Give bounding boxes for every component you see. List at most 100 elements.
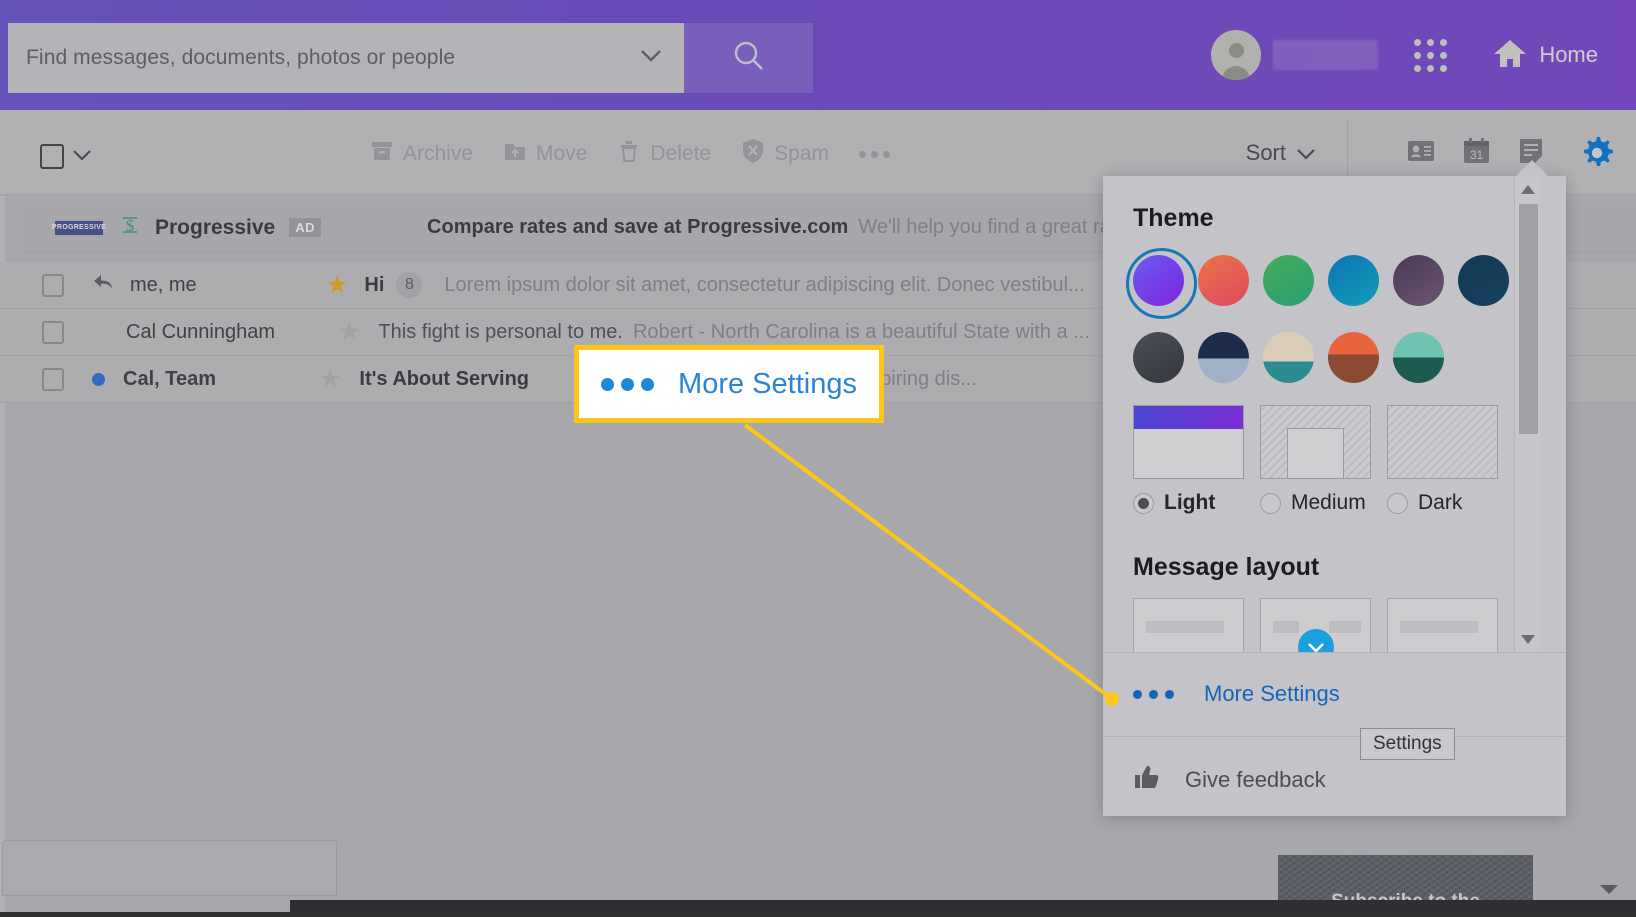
theme-swatch-desert[interactable]	[1328, 332, 1379, 383]
spam-shield-icon	[741, 138, 765, 170]
spam-button[interactable]: Spam	[741, 138, 829, 170]
ad-badge: AD	[289, 218, 322, 237]
star-icon[interactable]: ★	[338, 317, 360, 347]
caret-up-icon[interactable]	[1515, 176, 1540, 202]
advertiser-logo: PROGRESSIVE	[52, 220, 106, 235]
density-options: Light Medium Dark	[1133, 405, 1540, 515]
panel-divider-bottom	[1103, 736, 1566, 737]
select-all-chevron-down-icon[interactable]	[72, 148, 92, 166]
move-button[interactable]: Move	[503, 139, 587, 169]
theme-swatch-row-1	[1126, 248, 1540, 319]
spam-label: Spam	[774, 142, 829, 165]
theme-swatch-van[interactable]	[1263, 332, 1314, 383]
theme-swatch-blue[interactable]	[1328, 255, 1379, 306]
theme-heading: Theme	[1133, 204, 1214, 232]
apps-grid-icon[interactable]	[1414, 38, 1448, 72]
panel-divider-top	[1103, 652, 1566, 653]
density-preview-dark	[1387, 405, 1498, 479]
search-placeholder-text: Find messages, documents, photos or peop…	[26, 46, 456, 69]
annotation-callout: More Settings	[574, 345, 884, 423]
message-layout-option-2[interactable]	[1260, 598, 1371, 652]
sender-name: me, me	[130, 273, 197, 296]
caret-down-icon[interactable]	[1515, 626, 1540, 652]
compose-stub-box[interactable]	[2, 840, 337, 896]
home-button[interactable]: Home	[1493, 38, 1598, 73]
archive-button[interactable]: Archive	[370, 139, 473, 169]
callout-label: More Settings	[678, 367, 857, 400]
delete-label: Delete	[650, 142, 712, 165]
theme-swatch-sunset[interactable]	[1198, 255, 1249, 306]
snippet: Robert - North Carolina is a beautiful S…	[632, 320, 1090, 343]
density-option-medium[interactable]: Medium	[1260, 405, 1371, 515]
calendar-icon[interactable]: 31	[1463, 138, 1490, 169]
search-input[interactable]: Find messages, documents, photos or peop…	[8, 23, 684, 93]
scrollbar-thumb[interactable]	[1519, 204, 1538, 434]
density-text-medium: Medium	[1291, 491, 1366, 514]
theme-swatch-green[interactable]	[1263, 255, 1314, 306]
density-text-dark: Dark	[1418, 491, 1463, 514]
star-icon[interactable]: ★	[326, 270, 348, 300]
theme-swatch-charcoal[interactable]	[1133, 332, 1184, 383]
density-preview-medium	[1260, 405, 1371, 479]
give-feedback-row[interactable]: Give feedback	[1133, 764, 1326, 796]
home-icon	[1493, 38, 1527, 73]
row-checkbox[interactable]	[42, 273, 64, 297]
message-layout-heading: Message layout	[1133, 553, 1320, 581]
radio-medium[interactable]	[1260, 492, 1281, 514]
sender-name: Cal, Team	[123, 367, 216, 390]
trash-icon	[617, 139, 641, 169]
avatar[interactable]	[1211, 30, 1262, 80]
toolbar-actions: Archive Move Delete Spam	[370, 138, 890, 170]
settings-tooltip: Settings	[1360, 728, 1455, 760]
more-settings-row[interactable]: More Settings	[1133, 681, 1340, 707]
progressive-mark-icon: $	[119, 214, 141, 242]
snippet: Lorem ipsum dolor sit amet, consectetur …	[444, 273, 1085, 296]
theme-swatch-row-2	[1133, 332, 1540, 383]
give-feedback-label: Give feedback	[1185, 767, 1326, 792]
message-count-badge: 8	[396, 272, 423, 298]
chevron-down-icon[interactable]	[640, 49, 662, 67]
thumbs-up-icon	[1133, 764, 1161, 796]
theme-swatch-plum[interactable]	[1393, 255, 1444, 306]
settings-panel-scroll-area: Theme Light Medium Dark Message layout	[1103, 176, 1540, 652]
row-checkbox[interactable]	[42, 367, 64, 391]
sender-name: Cal Cunningham	[126, 320, 275, 343]
panel-scrollbar[interactable]	[1514, 176, 1540, 652]
radio-light[interactable]	[1133, 492, 1154, 514]
message-layout-option-1[interactable]	[1133, 598, 1244, 652]
ellipsis-icon[interactable]	[858, 150, 890, 158]
search-button[interactable]	[684, 23, 813, 93]
density-option-light[interactable]: Light	[1133, 405, 1244, 515]
home-label: Home	[1539, 42, 1598, 67]
top-right-controls: Home	[1211, 0, 1636, 110]
archive-label: Archive	[403, 142, 474, 165]
sort-dropdown[interactable]: Sort	[1246, 140, 1316, 166]
radio-dark[interactable]	[1387, 492, 1408, 514]
theme-swatch-navy[interactable]	[1458, 255, 1509, 306]
message-layout-options	[1133, 598, 1540, 652]
density-preview-light	[1133, 405, 1244, 479]
star-icon[interactable]: ★	[319, 364, 341, 394]
ellipsis-icon	[601, 377, 655, 391]
row-checkbox[interactable]	[42, 320, 64, 344]
density-option-dark[interactable]: Dark	[1387, 405, 1498, 515]
settings-gear-button[interactable]	[1580, 136, 1614, 175]
contacts-icon[interactable]	[1407, 139, 1435, 168]
theme-swatch-purple[interactable]	[1126, 248, 1197, 319]
move-label: Move	[536, 142, 588, 165]
density-label-light: Light	[1133, 491, 1244, 515]
panel-caret	[1515, 160, 1549, 177]
message-layout-option-3[interactable]	[1387, 598, 1498, 652]
select-all-checkbox[interactable]	[40, 144, 64, 169]
theme-swatch-lake[interactable]	[1393, 332, 1444, 383]
account-name-redacted	[1273, 40, 1379, 70]
subject: This fight is personal to me.	[378, 320, 623, 343]
density-label-medium: Medium	[1260, 491, 1371, 515]
subject: It's About Serving	[359, 367, 530, 390]
caret-down-icon[interactable]	[1598, 882, 1620, 901]
theme-swatch-mountain[interactable]	[1198, 332, 1249, 383]
ad-sender-name: Progressive	[155, 215, 276, 239]
account-chip[interactable]	[1211, 30, 1379, 80]
move-folder-icon	[503, 139, 527, 169]
delete-button[interactable]: Delete	[617, 139, 711, 169]
